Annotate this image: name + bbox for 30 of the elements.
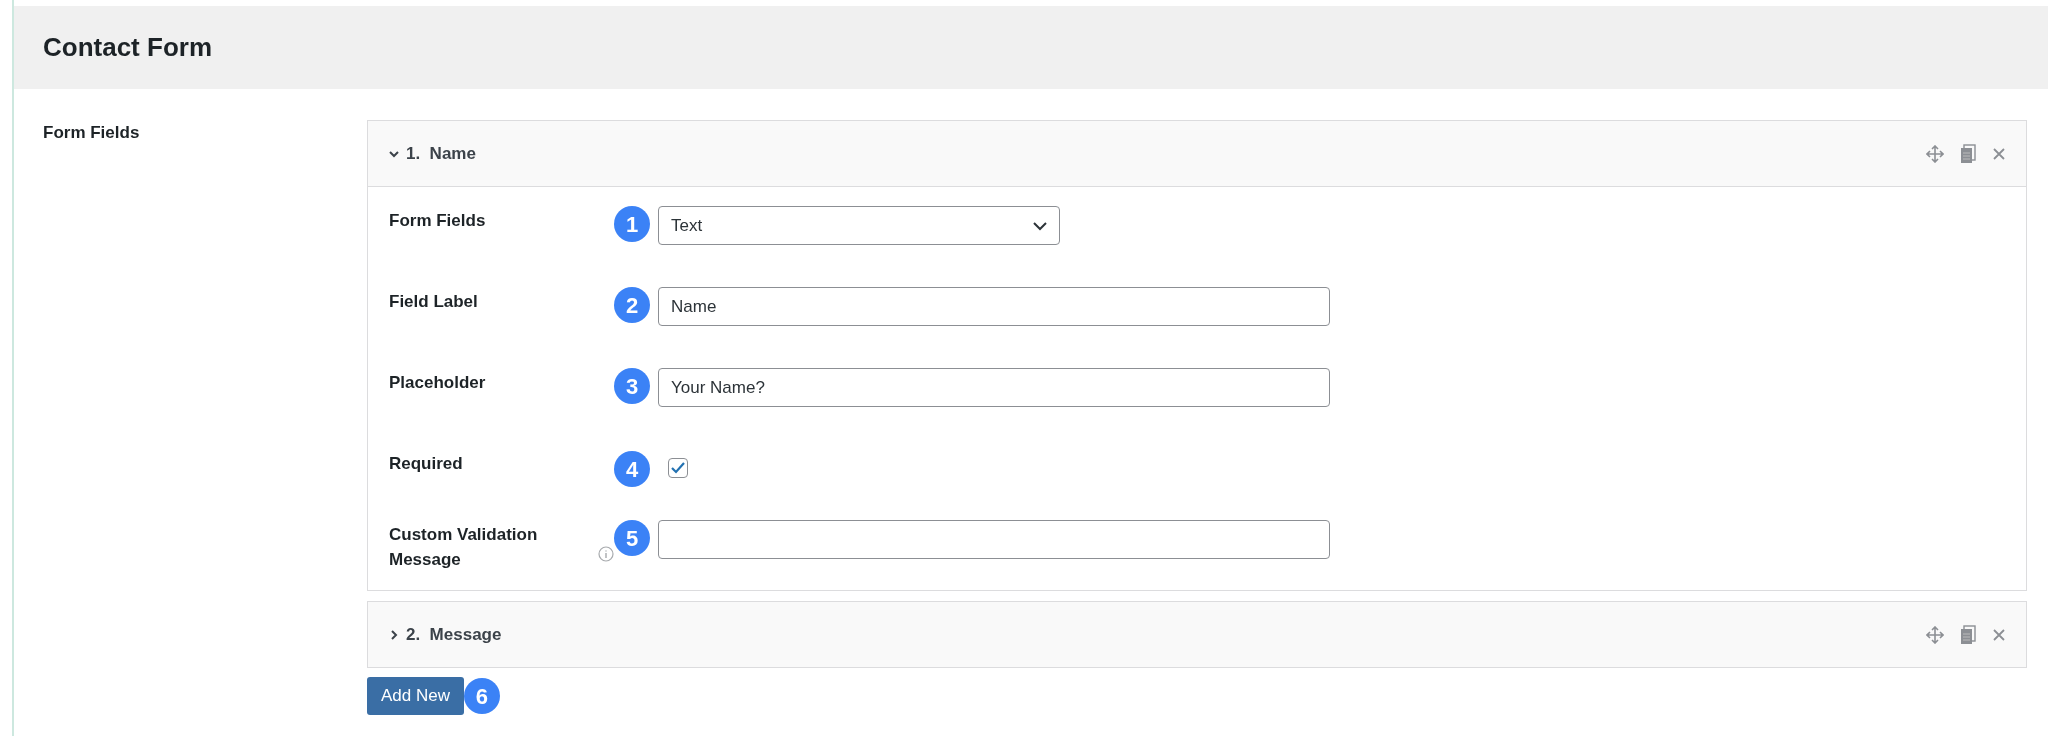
- field-label: Form Fields: [389, 210, 487, 232]
- move-icon[interactable]: [1926, 625, 1944, 644]
- number-badge: 6: [464, 678, 500, 714]
- info-icon[interactable]: [598, 546, 614, 562]
- move-icon[interactable]: [1926, 144, 1944, 163]
- number-badge: 2: [614, 287, 650, 323]
- field-label: Required: [389, 453, 464, 475]
- input-field[interactable]: [658, 520, 1330, 559]
- field-label: Field Label: [389, 291, 479, 313]
- close-icon[interactable]: [1992, 146, 2006, 161]
- input-field[interactable]: Your Name?: [658, 368, 1330, 407]
- select-field[interactable]: Text: [658, 206, 1060, 245]
- field-label: Custom Validation Message: [389, 524, 539, 571]
- page-title: Contact Form: [43, 31, 212, 64]
- panel-toggle[interactable]: 1. Name: [388, 140, 476, 167]
- add-new-button[interactable]: Add New: [367, 677, 464, 715]
- copy-icon[interactable]: [1960, 143, 1976, 164]
- number-badge: 5: [614, 520, 650, 556]
- close-icon[interactable]: [1992, 627, 2006, 642]
- copy-icon[interactable]: [1960, 624, 1976, 645]
- chevron-right-icon: [388, 628, 400, 641]
- checkbox[interactable]: [668, 458, 688, 478]
- number-badge: 3: [614, 368, 650, 404]
- field-label: Placeholder: [389, 372, 487, 394]
- panel-toggle[interactable]: 2. Message: [388, 621, 502, 648]
- setting-label: Form Fields: [42, 122, 141, 144]
- number-badge: 4: [614, 451, 650, 487]
- number-badge: 1: [614, 206, 650, 242]
- chevron-down-icon: [1033, 220, 1047, 231]
- input-field[interactable]: Name: [658, 287, 1330, 326]
